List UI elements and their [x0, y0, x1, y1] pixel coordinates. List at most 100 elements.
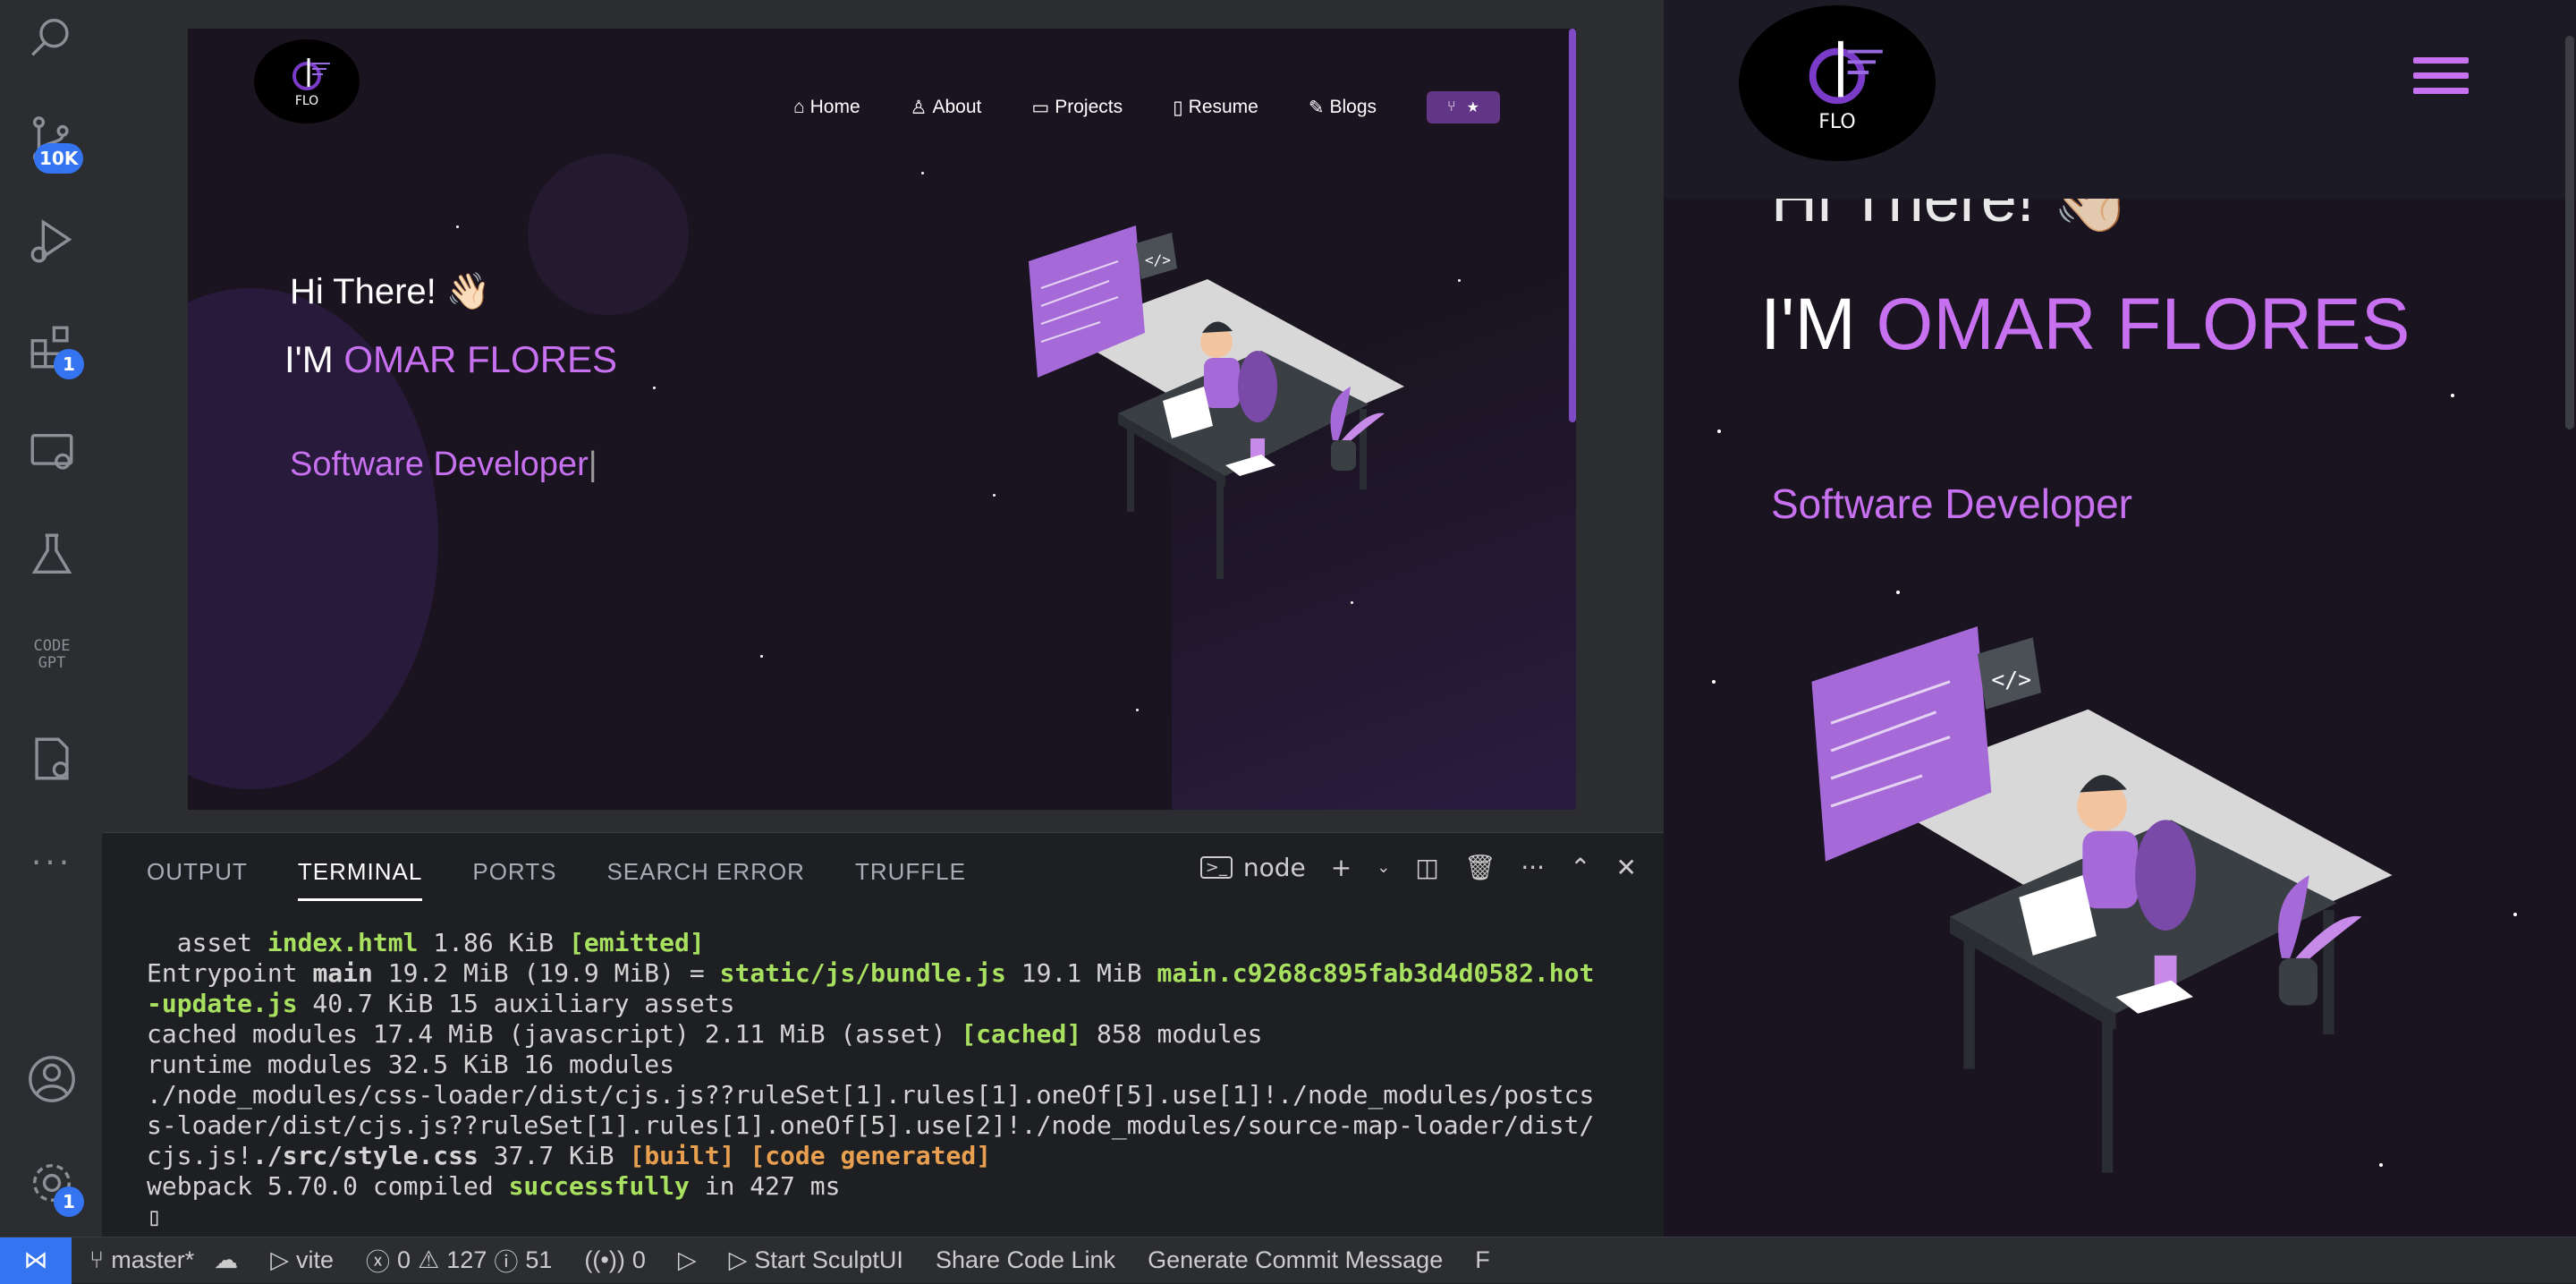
projects-icon: ▭ [1031, 97, 1050, 118]
nav-resume-label: Resume [1188, 97, 1258, 117]
branch-indicator[interactable]: ⑂ master* ☁ [89, 1246, 238, 1274]
run-indicator[interactable]: ▷ [678, 1246, 697, 1274]
mobile-logo-mark-icon [1809, 40, 1883, 104]
panel-toolbar: >_ node + ⌄ ◫ 🗑 ··· ⌃ ✕ [1199, 853, 1637, 882]
broadcast-icon: ((•)) [584, 1246, 625, 1273]
mobile-hero-im: I'M [1760, 284, 1877, 365]
term-text: 37.7 KiB [478, 1141, 630, 1170]
term-text: index.html [267, 928, 419, 957]
github-star-button[interactable]: ⑂ ★ [1427, 91, 1500, 123]
problems-indicator[interactable]: ⓧ 0 ⚠ 127 ⓘ 51 [366, 1243, 552, 1278]
new-terminal-icon[interactable]: + [1331, 853, 1352, 882]
mobile-hero-role: Software Developer [1771, 480, 2132, 527]
generate-commit-message-button[interactable]: Generate Commit Message [1148, 1246, 1443, 1274]
start-sculptui-button[interactable]: ▷ Start SculptUI [729, 1246, 903, 1274]
svg-text:</>: </> [1991, 667, 2031, 693]
search-icon[interactable] [23, 9, 80, 66]
close-panel-icon[interactable]: ✕ [1616, 853, 1637, 882]
warning-count: 127 [446, 1246, 487, 1273]
star [921, 172, 924, 174]
share-code-link-button[interactable]: Share Code Link [936, 1246, 1115, 1274]
codegpt-icon[interactable]: CODE GPT [23, 626, 80, 684]
extensions-badge: 1 [54, 349, 84, 379]
ports-indicator[interactable]: ((•)) 0 [584, 1246, 645, 1274]
settings-badge: 1 [54, 1186, 84, 1217]
mobile-logo-text: FLO [1818, 110, 1856, 133]
tab-terminal[interactable]: TERMINAL [297, 858, 423, 901]
hero-role-text: Software Developer [290, 446, 589, 483]
terminal-output[interactable]: asset index.html 1.86 KiB [emitted] Entry… [147, 928, 1594, 1232]
error-count: 0 [397, 1246, 411, 1273]
tab-ports[interactable]: PORTS [472, 858, 556, 901]
mobile-scrollbar[interactable] [2565, 36, 2574, 429]
nav-resume[interactable]: ▯ Resume [1173, 97, 1258, 119]
term-text: 40.7 KiB 15 auxiliary assets [297, 989, 735, 1018]
split-terminal-icon[interactable]: ◫ [1415, 853, 1438, 882]
account-icon[interactable] [23, 1050, 80, 1108]
term-text: successfully [508, 1171, 690, 1201]
chevron-down-icon[interactable]: ⌄ [1377, 858, 1390, 877]
hero-im: I'M [284, 338, 344, 380]
testing-icon[interactable] [23, 526, 80, 583]
tab-output[interactable]: OUTPUT [147, 858, 248, 901]
terminal-line: cached modules 17.4 MiB (javascript) 2.1… [147, 1019, 1594, 1050]
remote-indicator-icon[interactable]: ⋈ [0, 1237, 72, 1284]
remote-explorer-icon[interactable] [23, 424, 80, 481]
nav-blogs[interactable]: ✎ Blogs [1309, 97, 1377, 119]
document-icon: ▯ [1173, 97, 1183, 118]
ports-count: 0 [631, 1246, 646, 1273]
feather-icon: ✎ [1308, 97, 1325, 118]
branch-icon: ⑂ [89, 1246, 105, 1273]
docker-icon[interactable] [23, 730, 80, 787]
typing-cursor: | [588, 446, 597, 483]
home-icon: ⌂ [792, 97, 805, 117]
greeting: Hi There! 👋🏻 [290, 272, 491, 311]
term-text [734, 1141, 750, 1170]
hamburger-menu-icon[interactable] [2413, 57, 2469, 102]
svg-text:</>: </> [1145, 251, 1171, 268]
mobile-site-logo[interactable]: FLO [1739, 5, 1936, 161]
nav-projects[interactable]: ▭ Projects [1031, 97, 1123, 119]
nav-about[interactable]: ♙ About [911, 97, 982, 119]
status-bar: ⋈ ⑂ master* ☁ ▷ vite ⓧ 0 ⚠ 127 ⓘ 51 ((•)) 0 ▷ ▷ St… [0, 1237, 2576, 1284]
sculptui-label: Start SculptUI [754, 1246, 903, 1273]
terminal-selector[interactable]: >_ node [1199, 853, 1306, 882]
terminal-prompt[interactable]: ▯ [147, 1202, 1594, 1232]
site-logo[interactable]: FLO [254, 39, 360, 123]
run-debug-icon[interactable] [23, 213, 80, 270]
term-text: [built] [629, 1141, 735, 1170]
preview-scrollbar[interactable] [1569, 29, 1576, 422]
maximize-panel-icon[interactable]: ⌃ [1570, 853, 1590, 882]
info-icon: ⓘ [494, 1249, 519, 1276]
more-icon[interactable]: ··· [23, 834, 80, 891]
scm-badge: 10K [34, 143, 84, 174]
term-text: cjs.js! [147, 1141, 253, 1170]
developer-illustration: </> [1029, 225, 1404, 579]
hero-name: OMAR FLORES [343, 338, 618, 380]
more-actions-icon[interactable]: ··· [1521, 853, 1545, 882]
star-icon: ★ [1466, 100, 1479, 115]
nav-home[interactable]: ⌂ Home [793, 97, 860, 118]
term-text: [emitted] [569, 928, 705, 957]
mobile-header: FLO [1664, 0, 2576, 199]
panel-tabs: OUTPUT TERMINAL PORTS SEARCH ERROR TRUFF… [147, 858, 966, 901]
nav-projects-label: Projects [1055, 97, 1123, 117]
mobile-developer-illustration: </> [1811, 626, 2393, 1173]
logo-mark-icon [292, 58, 330, 90]
nav-about-label: About [932, 97, 982, 117]
status-extra[interactable]: F [1475, 1246, 1490, 1274]
tab-truffle[interactable]: TRUFFLE [855, 858, 966, 901]
star [653, 387, 656, 389]
term-text: -update.js [147, 989, 298, 1018]
mobile-hero-name: OMAR FLORES [1876, 284, 2411, 365]
tab-search-error[interactable]: SEARCH ERROR [606, 858, 804, 901]
run-icon: ▷ [677, 1246, 697, 1273]
term-text: main.c9268c895fab3d4d0582.hot [1157, 958, 1595, 988]
trash-icon[interactable]: 🗑 [1464, 853, 1496, 882]
vite-indicator[interactable]: ▷ vite [270, 1246, 334, 1274]
terminal-name: node [1242, 853, 1306, 882]
bottom-panel: OUTPUT TERMINAL PORTS SEARCH ERROR TRUFF… [102, 832, 1664, 1237]
term-text: main [312, 958, 373, 988]
star [993, 494, 996, 497]
term-text: 19.2 MiB (19.9 MiB) = [372, 958, 720, 988]
